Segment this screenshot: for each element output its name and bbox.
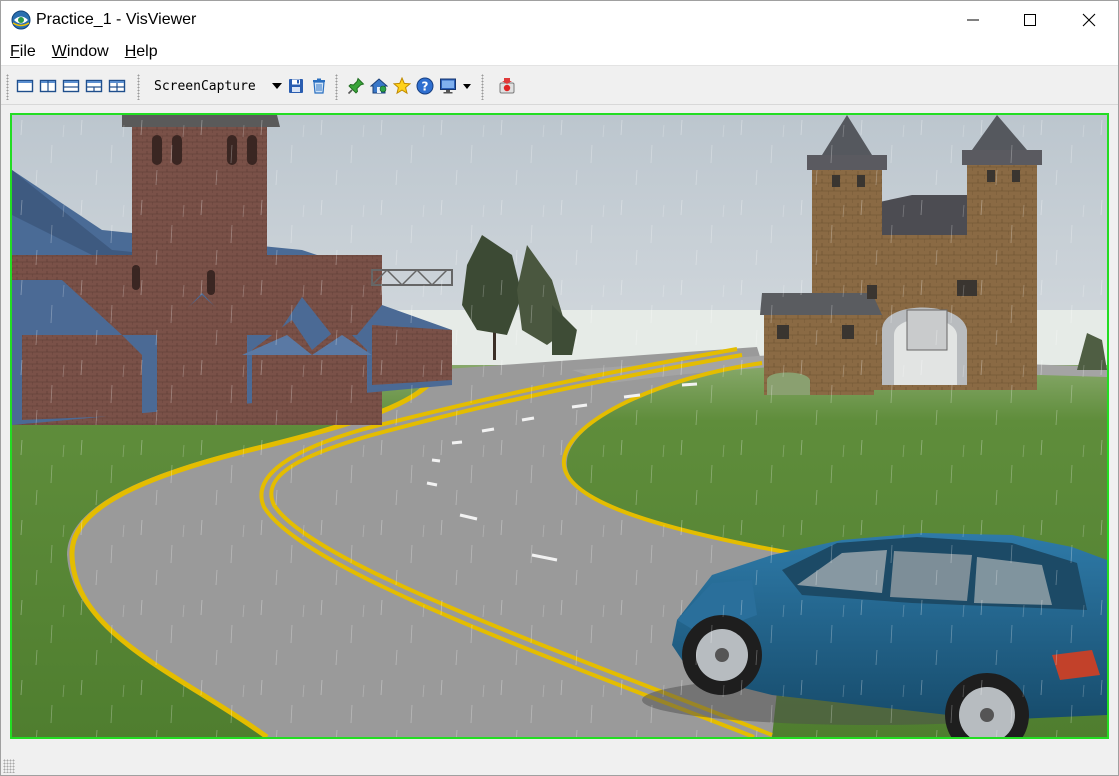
- home-view-icon: [370, 78, 388, 94]
- clear-icon: [313, 78, 325, 94]
- layout-single-icon: [16, 79, 34, 93]
- maximize-button[interactable]: [1001, 1, 1059, 39]
- toolbar: ScreenCapture ?: [1, 65, 1118, 105]
- home-view-button[interactable]: [369, 76, 389, 96]
- help-button[interactable]: ?: [415, 76, 435, 96]
- resize-grip[interactable]: [3, 759, 15, 773]
- pin-icon: [347, 77, 365, 95]
- save-capture-button[interactable]: [286, 76, 306, 96]
- layout-two-columns-button[interactable]: [38, 76, 58, 96]
- layout-four-views-button[interactable]: [107, 76, 127, 96]
- record-button[interactable]: [497, 76, 517, 96]
- menu-help[interactable]: Help: [120, 43, 163, 61]
- app-logo-icon: [11, 10, 31, 30]
- toolbar-grip[interactable]: [6, 74, 9, 100]
- record-icon: [499, 78, 515, 94]
- close-button[interactable]: [1060, 1, 1118, 39]
- maximize-icon: [1024, 14, 1036, 26]
- favorite-button[interactable]: [392, 76, 412, 96]
- svg-text:?: ?: [422, 79, 429, 93]
- layout-four-views-icon: [108, 79, 126, 93]
- 3d-viewport[interactable]: [10, 113, 1109, 739]
- clear-capture-button[interactable]: [309, 76, 329, 96]
- minimize-icon: [967, 19, 979, 21]
- scene-render: [12, 115, 1107, 737]
- minimize-button[interactable]: [944, 1, 1002, 39]
- display-settings-button[interactable]: [438, 76, 458, 96]
- help-icon: ?: [416, 77, 434, 95]
- layout-single-button[interactable]: [15, 76, 35, 96]
- display-settings-chevron-down-icon[interactable]: [463, 84, 471, 89]
- app-window: Practice_1 - VisViewer File Window Help: [0, 0, 1119, 776]
- menu-file[interactable]: File: [5, 43, 41, 61]
- layout-two-rows-icon: [62, 79, 80, 93]
- capture-mode-dropdown[interactable]: ScreenCapture: [148, 75, 286, 97]
- chevron-down-icon: [272, 83, 282, 89]
- menu-window[interactable]: Window: [47, 43, 114, 61]
- pin-button[interactable]: [346, 76, 366, 96]
- layout-three-views-button[interactable]: [84, 76, 104, 96]
- toolbar-grip[interactable]: [335, 74, 338, 100]
- title-bar: Practice_1 - VisViewer: [1, 1, 1118, 39]
- star-icon: [393, 77, 411, 95]
- monitor-icon: [440, 78, 456, 94]
- capture-mode-value: ScreenCapture: [154, 78, 256, 94]
- menu-bar: File Window Help: [1, 39, 1118, 65]
- layout-two-rows-button[interactable]: [61, 76, 81, 96]
- toolbar-grip[interactable]: [481, 74, 484, 100]
- layout-two-columns-icon: [39, 79, 57, 93]
- layout-three-views-icon: [85, 79, 103, 93]
- toolbar-grip[interactable]: [137, 74, 140, 100]
- close-icon: [1082, 13, 1096, 27]
- window-title: Practice_1 - VisViewer: [36, 11, 197, 28]
- save-icon: [289, 79, 303, 93]
- status-bar: [1, 743, 1118, 775]
